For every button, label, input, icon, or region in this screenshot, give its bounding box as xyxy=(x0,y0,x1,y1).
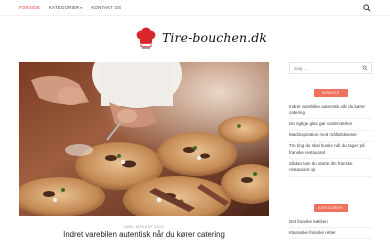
logo-text: Tire-bouchen.dk xyxy=(162,30,268,45)
post-title[interactable]: Indret varebilen autentisk når du kører … xyxy=(19,230,269,239)
sidebar: Seneste indlæg Indret varebilen autentis… xyxy=(289,62,372,240)
recent-posts-widget: Seneste indlæg Indret varebilen autentis… xyxy=(289,89,372,177)
main-nav: Forside Kategorier▾ Kontakt os xyxy=(19,5,121,10)
chef-hat-heart-icon xyxy=(136,27,156,49)
category-link[interactable]: Klassiske franske retter xyxy=(289,228,372,240)
recent-post-link[interactable]: Madinspiration med måltidskasser xyxy=(289,131,372,142)
nav-item-kontakt[interactable]: Kontakt os xyxy=(91,5,121,10)
recent-post-link[interactable]: Sådan kan du starte din franske restaura… xyxy=(289,159,372,177)
recent-post-link[interactable]: De rigtige glas gør underværker xyxy=(289,119,372,131)
categories-list: Det franske køkken Klassiske franske ret… xyxy=(289,217,372,240)
search-icon[interactable] xyxy=(362,65,368,71)
nav-item-kategorier[interactable]: Kategorier▾ xyxy=(49,5,82,10)
featured-image[interactable] xyxy=(19,62,269,216)
recent-posts-heading: Seneste indlæg xyxy=(313,89,348,103)
chevron-down-icon: ▾ xyxy=(80,6,83,10)
category-link[interactable]: Det franske køkken xyxy=(289,217,372,229)
site-logo[interactable]: Tire-bouchen.dk xyxy=(135,27,267,53)
search-input[interactable] xyxy=(290,63,360,73)
categories-heading: Kategorier xyxy=(313,204,348,212)
sidebar-search xyxy=(289,62,372,74)
nav-item-kategorier-label: Kategorier xyxy=(48,5,80,10)
recent-post-link[interactable]: Tre ting du skal huske når du tager på f… xyxy=(289,142,372,160)
search-icon[interactable] xyxy=(362,3,372,13)
categories-widget: Kategorier Det franske køkken Klassiske … xyxy=(289,204,372,240)
top-bar: Forside Kategorier▾ Kontakt os xyxy=(0,0,390,16)
recent-posts-list: Indret varebilen autentisk når du kører … xyxy=(289,102,372,177)
nav-item-forside[interactable]: Forside xyxy=(19,5,40,10)
recent-post-link[interactable]: Indret varebilen autentisk når du kører … xyxy=(289,102,372,120)
post-date: Søn, august 2024 xyxy=(124,225,164,229)
catering-dishes-photo xyxy=(19,62,269,216)
